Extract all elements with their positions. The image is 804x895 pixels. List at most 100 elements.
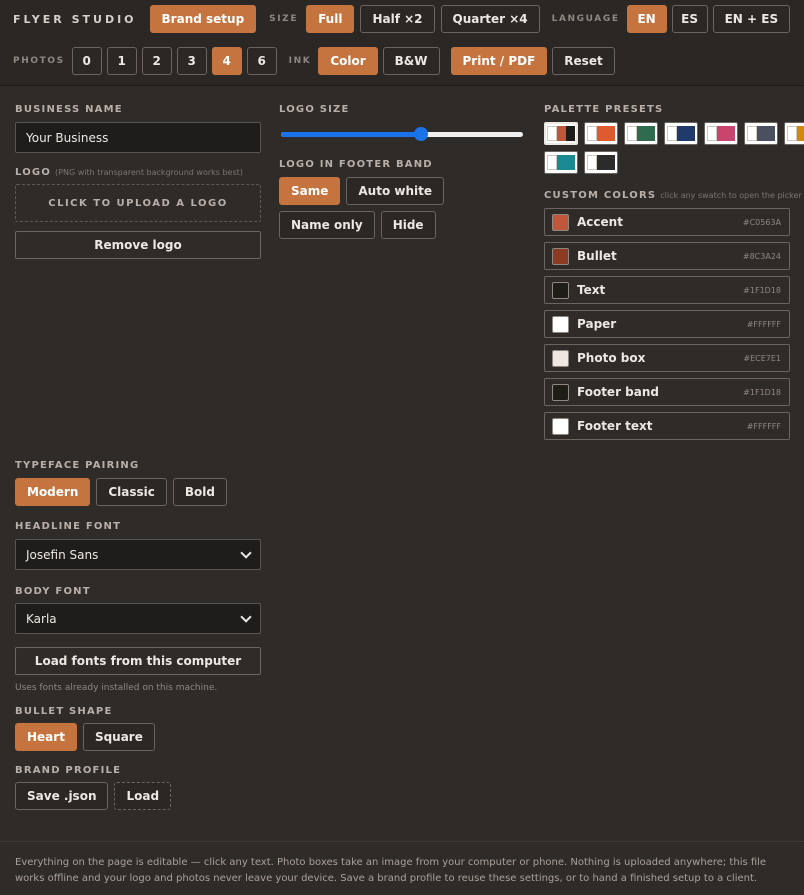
palette-swatch — [766, 126, 775, 141]
print-pdf-button[interactable]: Print / PDF — [450, 47, 548, 75]
toolbar-row-2: PHOTOS 0 1 2 3 4 6 INK Color B&W Print /… — [0, 47, 615, 75]
palette-swatch — [597, 155, 606, 170]
ink-bw-button[interactable]: B&W — [382, 47, 440, 75]
palette-preset-2[interactable] — [584, 122, 618, 145]
custom-color-row[interactable]: Accent #C0563A — [544, 208, 790, 236]
language-en-button[interactable]: EN — [626, 5, 667, 33]
color-hex: #FFFFFF — [746, 421, 781, 431]
color-hex: #C0563A — [742, 217, 781, 227]
headline-font-value: Josefin Sans — [26, 547, 99, 562]
bullet-shape-label: BULLET SHAPE — [15, 706, 113, 717]
palette-swatch — [757, 126, 766, 141]
typeface-pairing-group: Modern Classic Bold — [15, 478, 261, 506]
palette-swatch — [787, 126, 797, 141]
palette-swatch — [707, 126, 717, 141]
custom-color-row[interactable]: Footer text #FFFFFF — [544, 412, 790, 440]
toolbar-row-1: FLYER STUDIO Brand setup SIZE Full Half … — [0, 5, 791, 33]
reset-button[interactable]: Reset — [552, 47, 615, 75]
ink-color-button[interactable]: Color — [318, 47, 378, 75]
logo-hint: (PNG with transparent background works b… — [55, 168, 243, 177]
color-hex: #FFFFFF — [746, 319, 781, 329]
logo-size-slider[interactable] — [279, 126, 525, 142]
custom-color-row[interactable]: Paper #FFFFFF — [544, 310, 790, 338]
palette-preset-1[interactable] — [544, 122, 578, 145]
custom-color-row[interactable]: Bullet #8C3A24 — [544, 242, 790, 270]
logo-size-label: LOGO SIZE — [279, 104, 350, 115]
palette-swatch — [606, 155, 615, 170]
bullet-heart-button[interactable]: Heart — [15, 723, 77, 751]
color-swatch[interactable] — [552, 281, 569, 299]
language-en-es-button[interactable]: EN + ES — [712, 5, 791, 33]
photos-1-button[interactable]: 1 — [106, 47, 137, 75]
brand-setup-button[interactable]: Brand setup — [149, 5, 257, 33]
palette-swatch — [557, 155, 566, 170]
business-name-input[interactable]: Your Business — [15, 122, 261, 153]
middle-column: LOGO SIZE LOGO IN FOOTER BAND Same Auto … — [279, 104, 525, 239]
size-full-button[interactable]: Full — [306, 5, 355, 33]
body-font-select[interactable]: Karla — [15, 603, 261, 634]
color-hex: #1F1D18 — [743, 285, 781, 295]
bullet-shape-group: Heart Square — [15, 723, 261, 751]
typeface-classic-button[interactable]: Classic — [96, 478, 167, 506]
headline-font-label: HEADLINE FONT — [15, 521, 122, 532]
color-hex: #1F1D18 — [743, 387, 781, 397]
size-label: SIZE — [269, 14, 299, 24]
color-swatch[interactable] — [552, 417, 569, 435]
palette-preset-7[interactable] — [784, 122, 804, 145]
remove-logo-button[interactable]: Remove logo — [15, 231, 261, 259]
color-swatch[interactable] — [552, 247, 569, 265]
load-profile-button[interactable]: Load — [114, 782, 172, 810]
headline-font-select[interactable]: Josefin Sans — [15, 539, 261, 570]
photos-0-button[interactable]: 0 — [71, 47, 102, 75]
palette-preset-8[interactable] — [544, 151, 578, 174]
footer-band-auto-white-button[interactable]: Auto white — [346, 177, 444, 205]
logo-label: LOGO (PNG with transparent background wor… — [15, 167, 261, 178]
palette-preset-3[interactable] — [624, 122, 658, 145]
language-es-button[interactable]: ES — [671, 5, 708, 33]
color-name: Paper — [577, 317, 617, 331]
footer-band-name-only-button[interactable]: Name only — [279, 211, 375, 239]
palette-swatch — [717, 126, 726, 141]
right-column: PALETTE PRESETS CUSTOM COLORS click any s… — [544, 104, 804, 446]
footer-band-same-button[interactable]: Same — [279, 177, 341, 205]
footer-band-hide-button[interactable]: Hide — [380, 211, 436, 239]
palette-swatch — [677, 126, 686, 141]
size-half-button[interactable]: Half ×2 — [360, 5, 435, 33]
save-json-button[interactable]: Save .json — [15, 782, 109, 810]
photos-3-button[interactable]: 3 — [176, 47, 207, 75]
bullet-square-button[interactable]: Square — [82, 723, 155, 751]
custom-color-row[interactable]: Footer band #1F1D18 — [544, 378, 790, 406]
palette-swatch — [797, 126, 804, 141]
palette-swatch — [627, 126, 637, 141]
palette-preset-4[interactable] — [664, 122, 698, 145]
photos-6-button[interactable]: 6 — [246, 47, 277, 75]
color-swatch[interactable] — [552, 213, 569, 231]
toolbar: FLYER STUDIO Brand setup SIZE Full Half … — [0, 0, 804, 86]
color-swatch[interactable] — [552, 349, 569, 367]
color-swatch[interactable] — [552, 315, 569, 333]
palette-preset-5[interactable] — [704, 122, 738, 145]
load-fonts-button[interactable]: Load fonts from this computer — [15, 647, 261, 675]
custom-color-row[interactable]: Photo box #ECE7E1 — [544, 344, 790, 372]
custom-color-row[interactable]: Text #1F1D18 — [544, 276, 790, 304]
footer-note: Everything on the page is editable — cli… — [0, 841, 804, 895]
palette-swatch — [606, 126, 615, 141]
color-name: Text — [577, 283, 606, 297]
photos-2-button[interactable]: 2 — [141, 47, 172, 75]
logo-label-text: LOGO — [15, 167, 52, 178]
typeface-bold-button[interactable]: Bold — [172, 478, 227, 506]
color-swatch[interactable] — [552, 383, 569, 401]
slider-thumb[interactable] — [414, 127, 429, 141]
logo-upload-dropzone[interactable]: CLICK TO UPLOAD A LOGO — [15, 184, 261, 222]
chevron-down-icon — [240, 610, 252, 623]
photos-4-button[interactable]: 4 — [211, 47, 242, 75]
color-hex: #8C3A24 — [742, 251, 781, 261]
palette-preset-6[interactable] — [744, 122, 778, 145]
color-hex: #ECE7E1 — [743, 353, 781, 363]
size-quarter-button[interactable]: Quarter ×4 — [440, 5, 540, 33]
brand-profile-group: Save .json Load — [15, 782, 261, 810]
palette-swatch — [587, 126, 597, 141]
typeface-modern-button[interactable]: Modern — [15, 478, 91, 506]
palette-preset-9[interactable] — [584, 151, 618, 174]
custom-colors-list: Accent #C0563A Bullet #8C3A24 Text #1F1D18 Pap… — [544, 208, 804, 440]
